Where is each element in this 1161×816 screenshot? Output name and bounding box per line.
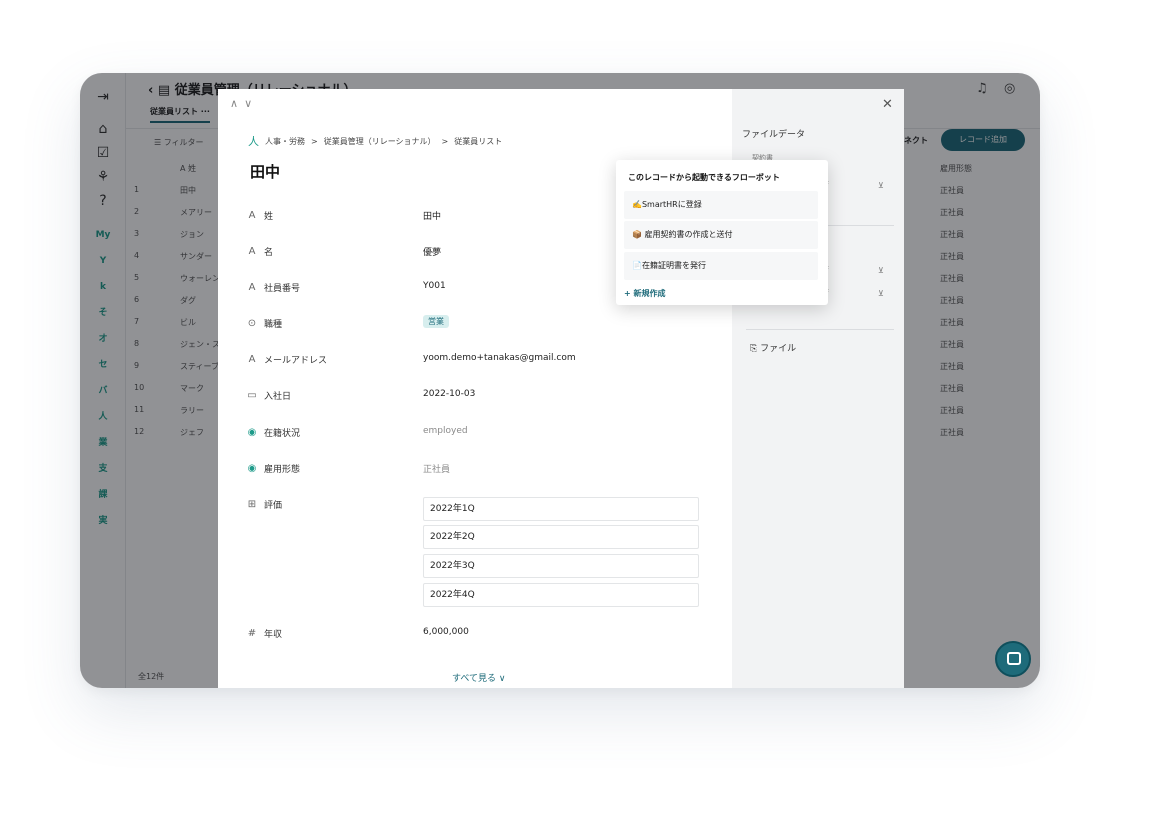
field-label-salary: # 年収 [247, 628, 283, 640]
lookup-icon: ◉ [247, 427, 257, 438]
flowbot-item-certificate[interactable]: 📄在籍証明書を発行 [624, 252, 818, 280]
flowbot-popup: このレコードから起動できるフローボット ✍️SmartHRに登録 📦 雇用契約書… [616, 160, 828, 305]
flowbot-item-contract[interactable]: 📦 雇用契約書の作成と送付 [624, 221, 818, 249]
field-value-job-type[interactable]: 営業 [423, 315, 449, 328]
see-all-button[interactable]: すべて見る ∨ [452, 671, 505, 684]
chevron-down-icon[interactable]: ∨ [244, 97, 258, 110]
field-value-employment-type: 正社員 [423, 465, 451, 475]
field-value-employee-id[interactable]: Y001 [423, 281, 446, 291]
field-label-hire-date: ▭ 入社日 [247, 390, 292, 402]
breadcrumb-separator: > [311, 136, 318, 146]
text-field-icon: A [248, 210, 256, 221]
close-icon[interactable]: ✕ [882, 97, 893, 112]
text-field-icon: A [248, 282, 256, 293]
breadcrumb: 人 人事・労務 > 従業員管理（リレーショナル） > 従業員リスト [248, 133, 502, 149]
field-value-last-name[interactable]: 田中 [423, 209, 441, 222]
divider [746, 329, 894, 330]
popup-title: このレコードから起動できるフローボット [628, 173, 780, 182]
evaluation-row[interactable]: 2022年3Q [423, 554, 699, 578]
paperclip-icon: ⎘ [750, 344, 758, 354]
download-icon[interactable]: ⊻ [878, 289, 884, 298]
field-label-evaluation: ⊞ 評価 [247, 499, 283, 511]
person-icon: 人 [248, 135, 259, 148]
flowbot-item-smarthr[interactable]: ✍️SmartHRに登録 [624, 191, 818, 219]
evaluation-row[interactable]: 2022年2Q [423, 525, 699, 549]
field-label-status: ◉ 在籍状況 [247, 427, 301, 439]
record-title: 田中 [250, 163, 281, 181]
file-section[interactable]: ⎘ ファイル [750, 341, 796, 354]
table-icon: ⊞ [247, 499, 257, 510]
field-value-hire-date[interactable]: 2022-10-03 [423, 389, 475, 399]
chat-icon [1007, 652, 1021, 665]
app-window: ⇥ ⌂ ☑ ⚘ ? My Y k そ オ セ バ 人 業 支 課 実 ‹ ▤ 従… [80, 73, 1040, 688]
text-field-icon: A [248, 246, 256, 257]
file-data-title: ファイルデータ [742, 130, 806, 140]
breadcrumb-item[interactable]: 人事・労務 [265, 136, 305, 147]
select-field-icon: ⊙ [247, 318, 257, 329]
lookup-icon: ◉ [247, 463, 257, 474]
evaluation-row[interactable]: 2022年4Q [423, 583, 699, 607]
create-new-flowbot-button[interactable]: + 新規作成 [624, 288, 666, 299]
field-label-email: A メールアドレス [246, 353, 327, 366]
field-label-last-name: A姓 [246, 209, 273, 222]
field-value-status: employed [423, 426, 468, 436]
chevron-up-icon[interactable]: ∧ [230, 97, 244, 110]
evaluation-row[interactable]: 2022年1Q [423, 497, 699, 521]
number-field-icon: # [247, 628, 257, 639]
text-field-icon: A [248, 354, 256, 365]
breadcrumb-item[interactable]: 従業員管理（リレーショナル） [324, 136, 436, 147]
job-type-tag: 営業 [423, 315, 449, 328]
download-icon[interactable]: ⊻ [878, 266, 884, 275]
calendar-icon: ▭ [247, 390, 257, 401]
download-icon[interactable]: ⊻ [878, 181, 884, 190]
field-label-first-name: A名 [246, 245, 273, 258]
record-nav: ∧∨ [230, 97, 258, 110]
breadcrumb-item[interactable]: 従業員リスト [454, 136, 502, 147]
field-value-email[interactable]: yoom.demo+tanakas@gmail.com [423, 353, 576, 363]
field-value-salary[interactable]: 6,000,000 [423, 627, 469, 637]
breadcrumb-separator: > [441, 136, 449, 146]
field-label-employee-id: A 社員番号 [246, 281, 300, 294]
field-value-first-name[interactable]: 優夢 [423, 245, 441, 258]
field-label-job-type: ⊙ 職種 [247, 318, 283, 330]
field-label-employment-type: ◉ 雇用形態 [247, 463, 301, 475]
chat-button[interactable] [995, 641, 1031, 677]
